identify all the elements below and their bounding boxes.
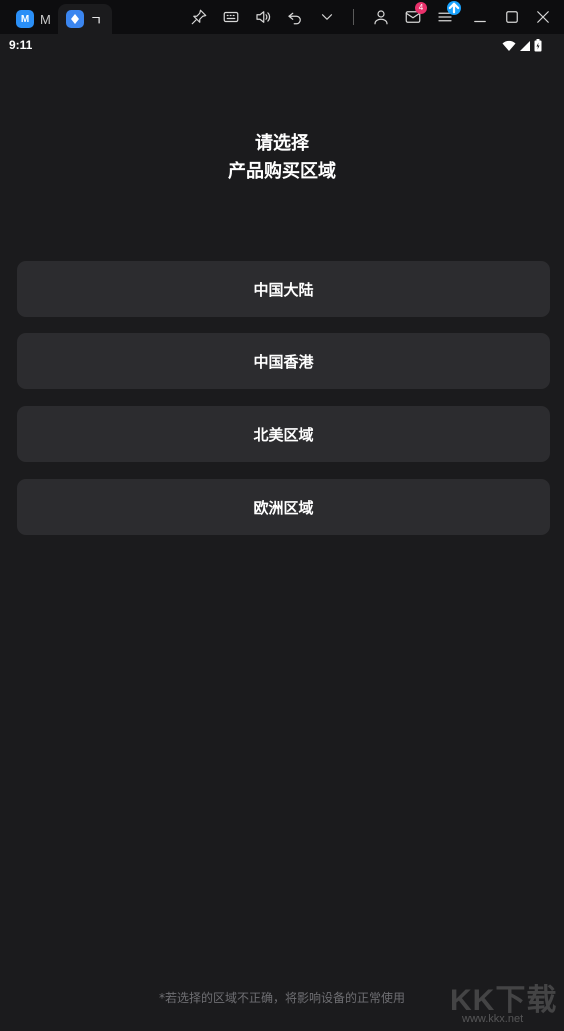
undo-icon[interactable] [283, 5, 307, 29]
region-button-mainland-china[interactable]: 中国大陆 [17, 261, 550, 317]
user-icon[interactable] [369, 5, 393, 29]
watermark-url: www.kkx.net [462, 1013, 524, 1025]
region-button-europe[interactable]: 欧洲区域 [17, 479, 550, 535]
close-icon[interactable] [531, 5, 555, 29]
app-m-icon: M [16, 10, 34, 28]
emulator-toolbar: M M ㄱ 4 [0, 0, 564, 34]
maximize-icon[interactable] [500, 5, 524, 29]
title-line-2: 产品购买区域 [228, 161, 336, 182]
volume-icon[interactable] [251, 5, 275, 29]
tab-label: ㄱ [90, 12, 102, 28]
page-title: 请选择 产品购买区域 [0, 130, 564, 186]
watermark: KK下载 www.kkx.net [448, 975, 558, 1027]
region-button-hong-kong[interactable]: 中国香港 [17, 333, 550, 389]
toolbar-divider [353, 9, 354, 25]
title-line-1: 请选择 [255, 133, 309, 154]
keyboard-icon[interactable] [219, 5, 243, 29]
signal-icon [520, 40, 530, 51]
status-time: 9:11 [9, 38, 33, 52]
status-bar: 9:11 [0, 34, 564, 58]
tab-app[interactable]: ㄱ [58, 4, 112, 34]
menu-icon[interactable] [433, 1, 461, 29]
tab-home[interactable]: M M [8, 4, 58, 34]
update-icon [447, 1, 461, 15]
battery-icon [534, 39, 542, 52]
screen: M M ㄱ 4 9:11 请选择 产品购买区域 中国大陆 中国香港 北美区域 欧… [0, 0, 564, 1031]
status-icons [502, 39, 542, 52]
wifi-icon [502, 40, 516, 51]
mail-icon[interactable]: 4 [401, 2, 427, 29]
region-button-north-america[interactable]: 北美区域 [17, 406, 550, 462]
minimize-icon[interactable] [468, 5, 492, 29]
mail-badge: 4 [415, 2, 427, 14]
app-icon [66, 10, 84, 28]
pin-icon[interactable] [187, 5, 211, 29]
tab-label: M [40, 11, 51, 27]
chevron-down-icon[interactable] [315, 5, 339, 29]
